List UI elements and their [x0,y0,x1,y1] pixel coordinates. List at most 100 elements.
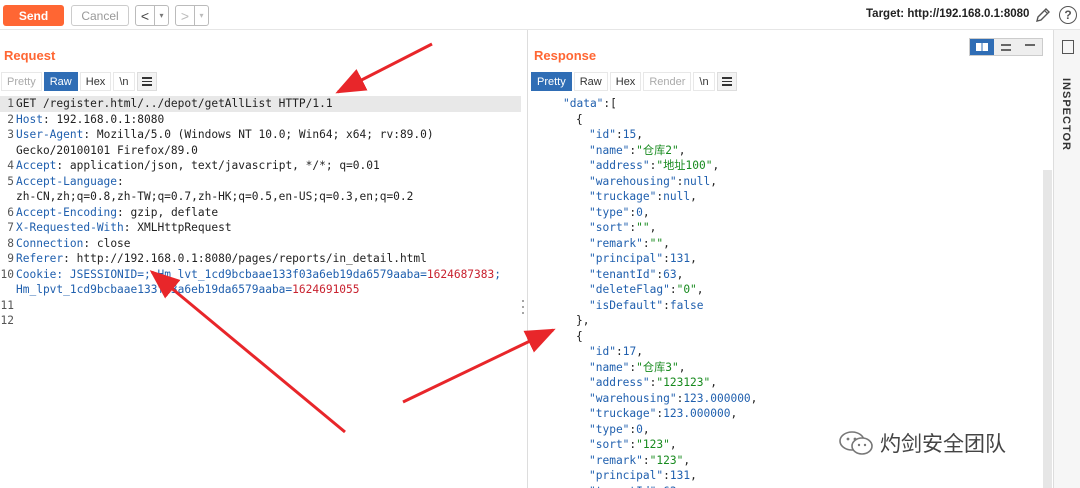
json-key: "warehousing" [589,391,677,405]
layout-tabs-icon[interactable] [1018,39,1042,55]
json-key: "tenantId" [589,267,657,281]
request-menu-icon[interactable] [136,72,157,91]
json-value: "" [636,221,650,234]
request-tab-raw[interactable]: Raw [43,72,78,91]
inspector-panel-icon[interactable] [1062,40,1074,54]
cookie-line: 10 Cookie: JSESSIONID=; Hm_lvt_1cd9bcbaae… [0,267,501,281]
json-value: 0 [636,205,643,219]
watermark-text: 灼剑安全团队 [880,432,1006,456]
json-value: "仓库3" [636,360,679,374]
response-scrollbar[interactable] [1043,170,1052,488]
response-tab-render[interactable]: Render [643,72,692,91]
json-value: "地址100" [656,159,713,172]
json-key: "tenantId" [589,485,656,488]
json-key: "sort" [589,221,630,234]
json-line: { [576,329,583,343]
json-key: "principal" [589,469,664,482]
edit-target-icon[interactable] [1034,6,1052,24]
json-field: "principal":131, [589,469,697,482]
json-field: "principal":131, [589,252,697,265]
target-label: Target: http://192.168.0.1:8080 [866,8,1030,20]
json-key: "address" [589,376,650,389]
json-value: 63 [663,485,676,488]
request-line: 12 [0,314,14,327]
json-field: "sort":"", [589,221,657,234]
request-tab-pretty[interactable]: Pretty [1,72,42,91]
json-value: "123" [636,438,670,451]
request-tab-newline[interactable]: \n [113,72,135,91]
json-key: "remark" [589,453,643,467]
history-back-group: < ▾ [135,5,169,26]
json-key: "warehousing" [589,174,677,188]
json-field: "tenantId":63, [530,484,1042,488]
layout-stacked-icon[interactable] [994,39,1018,55]
json-field: "warehousing":null, [589,174,718,188]
inspector-label: INSPECTOR [1060,78,1072,151]
json-field: "type":0, [589,205,650,219]
request-tabs: Pretty Raw Hex \n [1,72,157,92]
json-key: "name" [589,360,630,374]
json-value: "" [649,236,664,250]
request-line: 3 User-Agent: Mozilla/5.0 (Windows NT 10.… [7,128,434,141]
layout-toggle [969,38,1043,56]
request-editor[interactable]: 1 GET /register.html/../depot/getAllList … [0,96,521,488]
panel-splitter[interactable] [527,30,528,488]
back-button[interactable]: < [136,6,154,25]
request-tab-hex[interactable]: Hex [79,72,112,91]
response-tab-raw[interactable]: Raw [573,72,608,91]
response-tab-pretty[interactable]: Pretty [531,72,572,91]
response-tabs: Pretty Raw Hex Render \n [531,72,737,92]
json-value: false [669,298,704,312]
response-tab-hex[interactable]: Hex [609,72,642,91]
json-field: "address":"123123", [589,376,718,389]
response-menu-icon[interactable] [716,72,737,91]
json-value: 123.000000 [663,407,731,420]
json-field: "address":"地址100", [589,159,720,172]
json-key: "remark" [589,236,643,250]
json-key: "isDefault" [589,298,664,312]
send-button[interactable]: Send [3,5,64,26]
json-field: "warehousing":123.000000, [589,391,758,405]
cancel-button[interactable]: Cancel [71,5,129,26]
request-line: 11 [0,298,14,312]
json-value: null [683,174,711,188]
json-key: "address" [589,159,650,172]
splitter-grip-icon[interactable] [521,300,525,314]
json-field: "truckage":123.000000, [589,407,738,420]
json-value: 131 [669,252,691,265]
json-field: "tenantId":63, [589,267,684,281]
json-line: { [576,112,583,126]
request-line: 6 Accept-Encoding: gzip, deflate [7,205,219,219]
json-key: "truckage" [589,407,657,420]
forward-button[interactable]: > [176,6,194,25]
back-dropdown-icon[interactable]: ▾ [154,6,168,25]
response-title: Response [534,48,597,63]
json-record: "id":17, "name":"仓库3", "address":"123123",… [530,344,1042,488]
json-key: "name" [589,143,630,157]
json-value: null [663,190,691,203]
json-key: "id" [589,128,616,141]
json-value: 15 [622,128,637,141]
help-icon[interactable]: ? [1059,6,1077,24]
json-key: "sort" [589,438,630,451]
json-key: "id" [589,345,616,358]
json-field: "id":17, [589,345,643,358]
request-line: 5 Accept-Language: [7,174,124,188]
request-title: Request [4,48,56,63]
response-tab-newline[interactable]: \n [693,72,715,91]
json-field: "remark":"", [589,236,670,250]
json-value: "123" [649,453,684,467]
json-key: "truckage" [589,190,657,203]
json-value: "仓库2" [636,143,679,157]
layout-side-by-side-icon[interactable] [970,39,994,55]
watermark: 灼剑安全团队 [838,428,1006,458]
forward-dropdown-icon[interactable]: ▾ [194,6,208,25]
json-line: }, [576,314,590,327]
json-value: "123123" [656,376,711,389]
inspector-sidebar[interactable]: INSPECTOR [1053,30,1080,488]
json-value: 123.000000 [683,391,751,405]
json-field: "isDefault":false [589,298,704,312]
request-line: 1 GET /register.html/../depot/getAllList … [0,96,521,112]
json-field: "name":"仓库2", [589,143,686,157]
request-line: 4 Accept: application/json, text/javascri… [7,159,380,172]
